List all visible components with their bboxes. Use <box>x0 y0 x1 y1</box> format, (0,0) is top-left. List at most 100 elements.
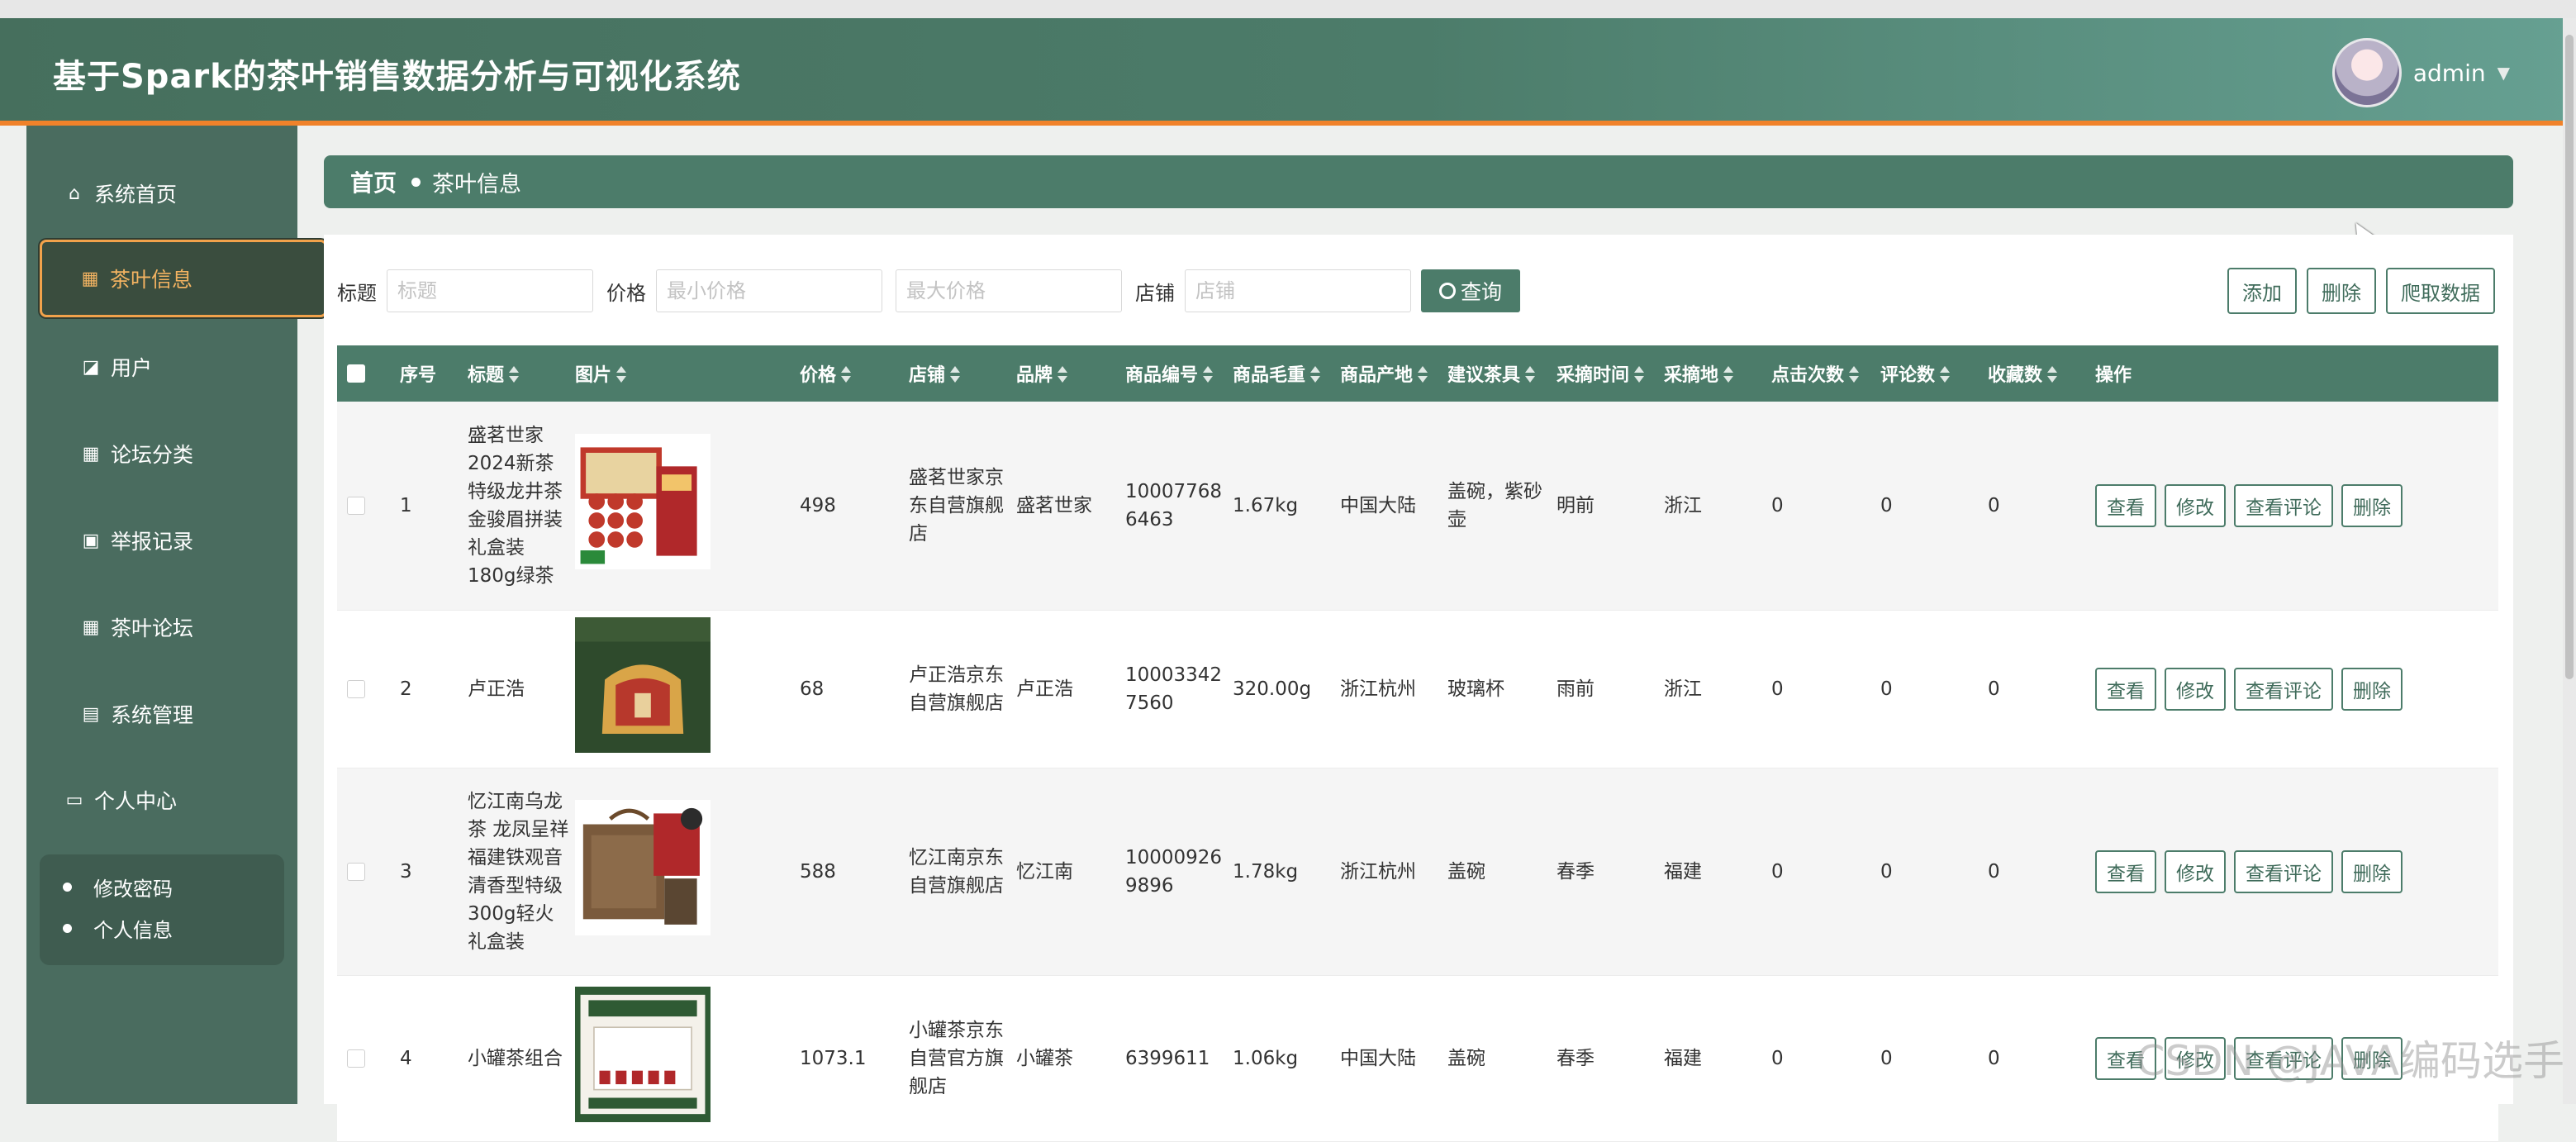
sort-icon[interactable] <box>1723 366 1734 383</box>
sidebar-item-label: 系统首页 <box>94 183 178 207</box>
sort-icon[interactable] <box>2047 366 2058 383</box>
row-image[interactable] <box>572 434 796 578</box>
row-checkbox[interactable] <box>347 863 365 881</box>
col-shop[interactable]: 店铺 <box>905 360 1013 387</box>
sidebar-item-tea-info[interactable]: ▦ 茶叶信息 <box>40 240 327 317</box>
edit-button[interactable]: 修改 <box>2165 484 2226 527</box>
view-button[interactable]: 查看 <box>2095 668 2156 711</box>
row-checkbox[interactable] <box>347 1049 365 1068</box>
scrollbar-thumb[interactable] <box>2565 35 2574 679</box>
breadcrumb-home[interactable]: 首页 <box>350 165 397 198</box>
max-price-input[interactable] <box>896 269 1122 312</box>
sort-icon[interactable] <box>1057 366 1068 383</box>
query-button[interactable]: 查询 <box>1421 269 1521 312</box>
col-favorites[interactable]: 收藏数 <box>1984 360 2092 387</box>
submenu-change-password[interactable]: 修改密码 <box>63 873 173 902</box>
view-button[interactable]: 查看 <box>2095 850 2156 893</box>
sort-icon[interactable] <box>1310 366 1321 383</box>
row-delete-button[interactable]: 删除 <box>2341 668 2403 711</box>
col-price[interactable]: 价格 <box>796 360 905 387</box>
csdn-watermark: CSDN @JAVA编码选手 <box>2136 1037 2564 1085</box>
col-clicks[interactable]: 点击次数 <box>1768 360 1877 387</box>
view-comments-button[interactable]: 查看评论 <box>2234 668 2333 711</box>
sidebar-item-system[interactable]: ▤ 系统管理 <box>40 679 326 749</box>
title-search-input[interactable] <box>387 269 593 312</box>
home-icon: ⌂ <box>69 183 80 204</box>
sort-icon[interactable] <box>616 366 627 383</box>
sidebar-item-reports[interactable]: ▣ 举报记录 <box>40 506 326 575</box>
view-comments-button[interactable]: 查看评论 <box>2234 850 2333 893</box>
add-button[interactable]: 添加 <box>2227 268 2297 314</box>
shop-label: 店铺 <box>1135 281 1175 305</box>
sort-icon[interactable] <box>1849 366 1860 383</box>
sidebar-item-home[interactable]: ⌂ 系统首页 <box>40 159 309 228</box>
sidebar-item-label: 茶叶论坛 <box>111 616 194 640</box>
row-image[interactable] <box>572 800 796 944</box>
sidebar-item-label: 个人中心 <box>94 789 178 813</box>
grid-icon: ▦ <box>82 443 100 464</box>
col-title[interactable]: 标题 <box>464 360 572 387</box>
user-menu[interactable]: admin ▼ <box>2331 38 2510 107</box>
sidebar-item-personal-center[interactable]: ▭ 个人中心 <box>40 765 309 835</box>
row-image[interactable] <box>572 617 796 761</box>
row-actions: 查看 修改 查看评论 删除 <box>2092 668 2439 711</box>
sidebar-item-forum-category[interactable]: ▦ 论坛分类 <box>40 419 326 488</box>
tea-table: 序号 标题 图片 价格 店铺 品牌 商品编号 商品毛重 商品产地 建议茶具 采摘… <box>337 345 2498 1142</box>
col-pick-place[interactable]: 采摘地 <box>1661 360 1768 387</box>
col-pick-time[interactable]: 采摘时间 <box>1553 360 1661 387</box>
crawl-data-button[interactable]: 爬取数据 <box>2386 268 2495 314</box>
tea-gift-box-brown-image[interactable] <box>575 800 711 935</box>
table-actions: 添加 删除 爬取数据 <box>2227 268 2495 314</box>
row-checkbox[interactable] <box>347 680 365 698</box>
table-row: 1 盛茗世家 2024新茶 特级龙井茶金骏眉拼装礼盒装180g绿茶 498 盛茗… <box>337 402 2498 611</box>
edit-button[interactable]: 修改 <box>2165 850 2226 893</box>
table-row: 3 忆江南乌龙茶 龙凤呈祥福建铁观音清香型特级300g轻火礼盒装 588 忆江南… <box>337 768 2498 976</box>
view-button[interactable]: 查看 <box>2095 484 2156 527</box>
col-comments[interactable]: 评论数 <box>1877 360 1984 387</box>
sidebar: ⌂ 系统首页 ▦ 茶叶信息 ◪ 用户 ▦ 论坛分类 ▣ 举报记录 ▦ 茶叶论坛 … <box>26 126 327 1104</box>
delete-button[interactable]: 删除 <box>2307 268 2376 314</box>
sort-icon[interactable] <box>1418 366 1428 383</box>
col-origin[interactable]: 商品产地 <box>1337 360 1444 387</box>
sort-icon[interactable] <box>509 366 520 383</box>
avatar[interactable] <box>2331 38 2402 107</box>
sort-icon[interactable] <box>1634 366 1645 383</box>
sort-icon[interactable] <box>1525 366 1536 383</box>
row-checkbox[interactable] <box>347 497 365 515</box>
view-comments-button[interactable]: 查看评论 <box>2234 484 2333 527</box>
col-code[interactable]: 商品编号 <box>1122 360 1229 387</box>
personal-center-submenu: 修改密码 个人信息 <box>40 854 284 965</box>
row-delete-button[interactable]: 删除 <box>2341 484 2403 527</box>
sort-icon[interactable] <box>841 366 852 383</box>
page-scrollbar[interactable] <box>2563 18 2576 1104</box>
sidebar-item-users[interactable]: ◪ 用户 <box>40 332 326 402</box>
col-teaware[interactable]: 建议茶具 <box>1444 360 1553 387</box>
tea-gift-box-white-image[interactable] <box>575 987 711 1122</box>
grid-icon: ▦ <box>82 616 100 638</box>
submenu-personal-info[interactable]: 个人信息 <box>63 914 173 943</box>
shop-search-input[interactable] <box>1185 269 1411 312</box>
tea-gift-box-red-image[interactable] <box>575 434 711 569</box>
select-all-checkbox[interactable] <box>347 364 365 383</box>
tea-bundle-green-image[interactable] <box>575 617 711 753</box>
sort-icon[interactable] <box>950 366 961 383</box>
row-delete-button[interactable]: 删除 <box>2341 850 2403 893</box>
col-brand[interactable]: 品牌 <box>1013 360 1122 387</box>
user-name[interactable]: admin <box>2413 59 2486 87</box>
sort-icon[interactable] <box>1940 366 1951 383</box>
report-icon: ▣ <box>82 530 100 551</box>
chart-icon: ◪ <box>82 356 100 378</box>
row-image[interactable] <box>572 987 796 1130</box>
edit-button[interactable]: 修改 <box>2165 668 2226 711</box>
breadcrumb-current: 茶叶信息 <box>432 171 522 197</box>
row-title: 忆江南乌龙茶 龙凤呈祥福建铁观音清香型特级300g轻火礼盒装 <box>468 791 569 953</box>
sidebar-item-tea-forum[interactable]: ▦ 茶叶论坛 <box>40 592 326 662</box>
col-weight[interactable]: 商品毛重 <box>1229 360 1337 387</box>
chat-icon: ▤ <box>82 703 100 725</box>
sort-icon[interactable] <box>1203 366 1214 383</box>
min-price-input[interactable] <box>656 269 882 312</box>
sidebar-item-label: 用户 <box>111 356 153 380</box>
chevron-down-icon[interactable]: ▼ <box>2498 63 2510 83</box>
col-image[interactable]: 图片 <box>572 360 796 387</box>
sidebar-item-label: 举报记录 <box>111 530 194 554</box>
